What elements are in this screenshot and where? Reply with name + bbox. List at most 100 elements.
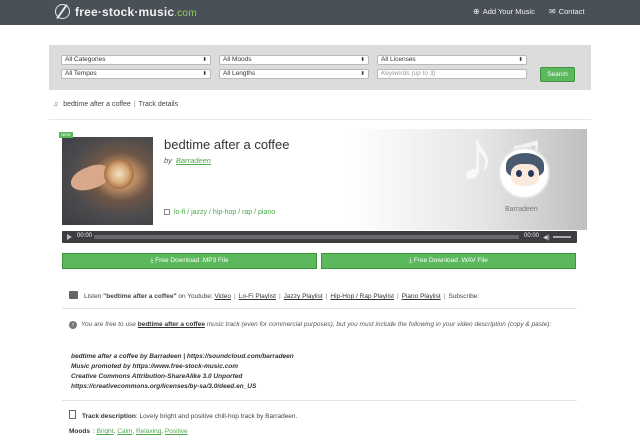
separator: |: [396, 293, 399, 300]
tempos-select[interactable]: All Tempos ⬍: [61, 69, 211, 79]
categories-value: All Categories: [65, 56, 106, 63]
lengths-select[interactable]: All Lengths ⬍: [219, 69, 369, 79]
add-music-link[interactable]: ⊕ Add Your Music: [473, 7, 535, 16]
avatar-eye-shape: [516, 170, 522, 177]
youtube-links: Listen "bedtime after a coffee" on Youtu…: [69, 291, 479, 300]
youtube-hiphop-playlist-link[interactable]: Hip-Hop / Rap Playlist: [330, 293, 394, 300]
credit-line: Creative Commons Attribution-ShareAlike …: [71, 373, 243, 380]
track-cover-image: [62, 137, 153, 225]
artist-link[interactable]: Barradeen: [176, 156, 211, 165]
current-time: 00:00: [77, 233, 93, 239]
tags-expand-icon[interactable]: [164, 209, 170, 215]
credit-line: bedtime after a coffee by Barradeen | ht…: [71, 353, 294, 360]
listen-label: Listen: [84, 293, 102, 300]
attribution-credits: bedtime after a coffee by Barradeen | ht…: [71, 352, 294, 392]
license-notice: i You are free to use bedtime after a cof…: [69, 320, 574, 330]
logo-icon[interactable]: [55, 4, 70, 19]
breadcrumb-track[interactable]: bedtime after a coffee: [63, 101, 131, 108]
description-label: Track description: [82, 413, 136, 420]
volume-icon[interactable]: ◀): [543, 234, 550, 241]
tempos-value: All Tempos: [65, 70, 97, 77]
licenses-value: All Licenses: [381, 56, 416, 63]
download-mp3-label: Free Download .MP3 File: [155, 257, 229, 264]
document-icon: [69, 410, 76, 419]
audio-player: 00:00 00:00 ◀): [62, 231, 577, 243]
logo-domain: .com: [174, 8, 197, 19]
license-text-before: You are free to use: [81, 321, 136, 328]
track-tags[interactable]: lo-fi / jazzy / hip-hop / rap / piano: [164, 209, 275, 216]
contact-link[interactable]: ✉ Contact: [549, 7, 585, 16]
download-wav-label: Free Download .WAV File: [413, 257, 488, 264]
moods-value: All Moods: [223, 56, 252, 63]
volume-slider[interactable]: [553, 236, 571, 238]
mood-link[interactable]: Bright: [97, 428, 114, 435]
top-navbar: free·stock·music.com ⊕ Add Your Music ✉ Co…: [0, 0, 640, 25]
select-arrows-icon: ⬍: [360, 71, 365, 77]
progress-bar[interactable]: [94, 235, 519, 239]
select-arrows-icon: ⬍: [360, 57, 365, 63]
by-label: by: [164, 156, 172, 165]
track-description: Track description: Lovely bright and pos…: [69, 410, 297, 420]
credit-line: Music promoted by https://www.free-stock…: [71, 363, 238, 370]
artist-avatar[interactable]: [498, 147, 550, 199]
search-filters-panel: [49, 45, 591, 90]
mood-link[interactable]: Relaxing: [136, 428, 161, 435]
select-arrows-icon: ⬍: [202, 71, 207, 77]
separator: |: [278, 293, 281, 300]
youtube-track-title: "bedtime after a coffee": [103, 293, 177, 300]
youtube-jazzy-playlist-link[interactable]: Jazzy Playlist: [284, 293, 323, 300]
breadcrumb-separator: |: [133, 101, 136, 108]
music-note-icon: ♫: [53, 101, 59, 108]
subscribe-label: Subscribe:: [448, 293, 480, 300]
track-title: bedtime after a coffee: [164, 137, 290, 152]
keywords-input[interactable]: Keywords (up to 3): [377, 69, 527, 79]
track-author: by Barradeen: [164, 156, 211, 165]
license-track-name: bedtime after a coffee: [137, 321, 205, 328]
moods-label: Moods: [69, 428, 90, 435]
add-music-label: Add Your Music: [482, 7, 535, 16]
track-moods: Moods: Bright, Calm, Relaxing, Positive: [69, 428, 188, 435]
youtube-lofi-playlist-link[interactable]: Lo-Fi Playlist: [239, 293, 276, 300]
select-arrows-icon: ⬍: [518, 57, 523, 63]
info-icon: i: [69, 321, 77, 329]
avatar-face-shape: [511, 164, 539, 186]
artist-caption: Barradeen: [505, 206, 538, 213]
youtube-video-link[interactable]: Video: [215, 293, 232, 300]
mood-link[interactable]: Positive: [165, 428, 188, 435]
download-mp3-button[interactable]: ⤓ Free Download .MP3 File: [62, 253, 317, 269]
lengths-value: All Lengths: [223, 70, 256, 77]
youtube-piano-playlist-link[interactable]: Piano Playlist: [402, 293, 441, 300]
moods-select[interactable]: All Moods ⬍: [219, 55, 369, 65]
divider: [62, 400, 577, 401]
keywords-placeholder: Keywords (up to 3): [381, 70, 436, 77]
separator: |: [234, 293, 236, 300]
separator: |: [443, 293, 446, 300]
avatar-eye-shape: [528, 170, 534, 177]
plus-circle-icon: ⊕: [473, 7, 480, 16]
mood-link[interactable]: Calm: [117, 428, 132, 435]
contact-label: Contact: [558, 7, 585, 16]
cover-coffee-cup-shape: [104, 159, 134, 189]
search-button[interactable]: Search: [540, 67, 575, 82]
categories-select[interactable]: All Categories ⬍: [61, 55, 211, 65]
credit-line: https://creativecommons.org/licenses/by-…: [71, 383, 257, 390]
divider: [62, 308, 577, 309]
new-badge: NEW: [59, 132, 73, 138]
separator: |: [325, 293, 328, 300]
licenses-select[interactable]: All Licenses ⬍: [377, 55, 527, 65]
logo-text: free·stock·music: [75, 5, 175, 19]
envelope-icon: ✉: [549, 7, 556, 16]
breadcrumb-current: Track details: [138, 101, 179, 108]
duration: 00:00: [524, 233, 540, 239]
divider: [49, 119, 591, 120]
license-text-after: music track (even for commercial purpose…: [206, 321, 552, 328]
breadcrumb: ♫ bedtime after a coffee | Track details: [53, 101, 178, 108]
on-youtube-label: on Youtube:: [178, 293, 213, 300]
site-logo[interactable]: free·stock·music.com: [75, 5, 197, 19]
youtube-icon: [69, 291, 78, 299]
play-icon[interactable]: [67, 234, 72, 240]
select-arrows-icon: ⬍: [202, 57, 207, 63]
description-text: Lovely bright and positive chill-hop tra…: [139, 413, 298, 420]
download-wav-button[interactable]: ⤓ Free Download .WAV File: [321, 253, 576, 269]
tags-text: lo-fi / jazzy / hip-hop / rap / piano: [174, 209, 276, 216]
